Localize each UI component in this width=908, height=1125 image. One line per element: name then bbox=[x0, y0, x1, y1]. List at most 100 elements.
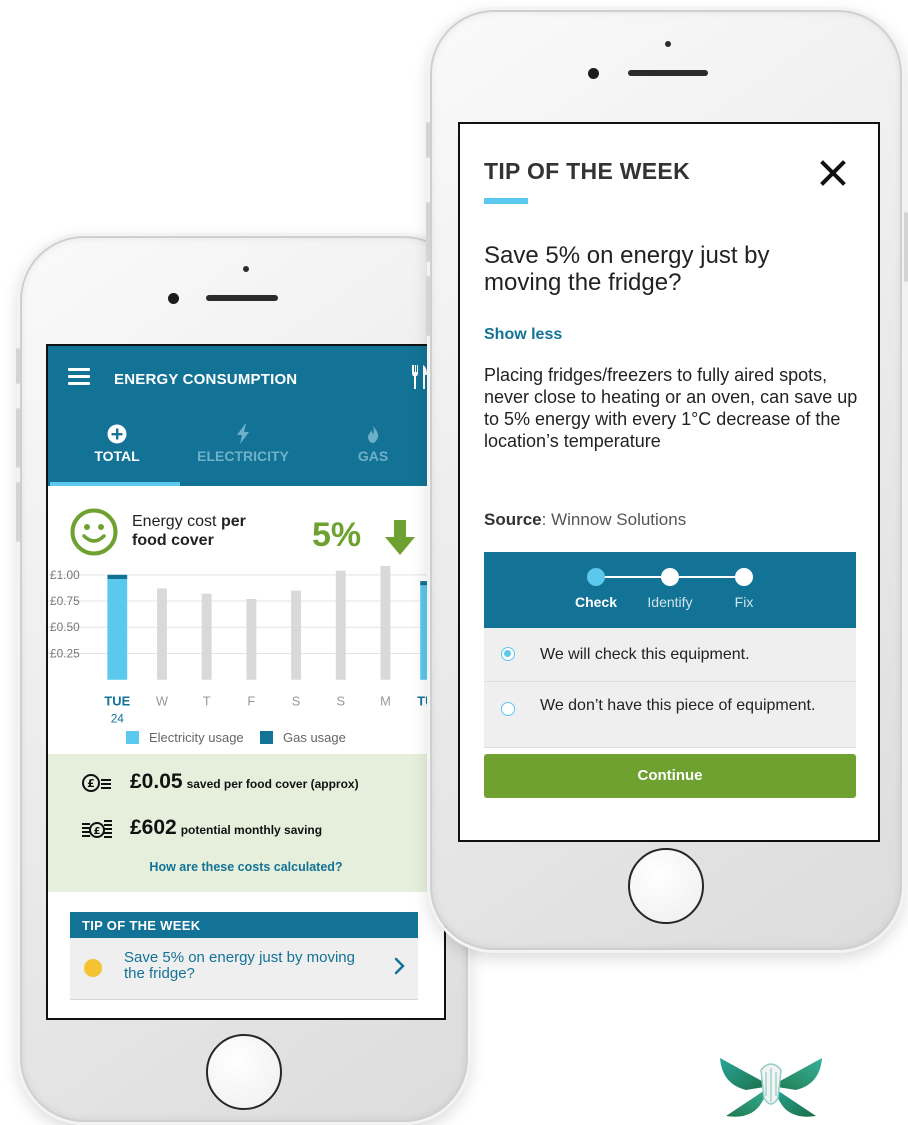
step-check-dot bbox=[587, 568, 605, 586]
status-dot-icon bbox=[84, 959, 102, 977]
change-percent: 5% bbox=[312, 516, 362, 554]
tab-electricity-label: ELECTRICITY bbox=[197, 448, 289, 464]
plus-circle-icon bbox=[107, 424, 127, 444]
monthly-label: potential monthly saving bbox=[180, 823, 323, 837]
hamburger-icon[interactable] bbox=[68, 368, 90, 386]
saving-per-cover-amount: £0.05 saved per food cover (approx) bbox=[130, 770, 359, 794]
svg-text:£: £ bbox=[87, 777, 95, 790]
x-tick-label: F bbox=[247, 694, 255, 709]
monthly-value: £602 bbox=[130, 816, 177, 839]
legend-swatch-electricity bbox=[126, 731, 139, 744]
savings-panel: £ £0.05saved per food cover (approx) £ bbox=[48, 754, 444, 892]
x-tick-label: S bbox=[336, 694, 345, 709]
title-accent-bar bbox=[484, 198, 528, 204]
saving-monthly: £ £602 potential monthly saving bbox=[82, 816, 422, 842]
volume-up-button bbox=[16, 408, 20, 468]
tab-electricity[interactable]: ELECTRICITY bbox=[188, 424, 298, 464]
winnow-logo-icon bbox=[720, 1058, 822, 1117]
x-tick-sublabel: 24 bbox=[111, 711, 125, 725]
cost-label-regular: Energy cost bbox=[132, 513, 221, 530]
sensor-dot bbox=[243, 266, 249, 272]
smiley-icon bbox=[70, 508, 118, 556]
per-cover-label: saved per food cover (approx) bbox=[186, 777, 359, 791]
volume-down-button bbox=[426, 276, 430, 336]
saving-monthly-amount: £602 potential monthly saving bbox=[130, 816, 322, 840]
flame-icon bbox=[368, 425, 379, 443]
app-header: ENERGY CONSUMPTION TOTAL ELECTRICITY GAS bbox=[48, 346, 444, 486]
step-identify: Identify bbox=[630, 552, 710, 610]
mute-switch bbox=[426, 122, 430, 158]
tab-total[interactable]: TOTAL bbox=[62, 424, 172, 464]
tip-question: Save 5% on energy just by moving the fri… bbox=[484, 242, 770, 296]
x-tick-label: TUE bbox=[104, 694, 130, 709]
y-tick-label: £0.25 bbox=[50, 646, 80, 660]
cost-label-bold-2: food cover bbox=[132, 532, 214, 549]
tip-card-heading: TIP OF THE WEEK bbox=[70, 912, 418, 938]
screen-tip-of-the-week: TIP OF THE WEEK Save 5% on energy just b… bbox=[458, 122, 880, 842]
cutlery-icon[interactable] bbox=[410, 364, 428, 390]
costs-calculation-link[interactable]: How are these costs calculated? bbox=[48, 860, 444, 874]
chevron-right-icon[interactable] bbox=[394, 957, 406, 975]
option-no-equipment[interactable]: We don’t have this piece of equipment. bbox=[484, 682, 856, 748]
power-button bbox=[904, 212, 908, 282]
y-tick-label: £0.50 bbox=[50, 620, 80, 634]
y-tick-label: £1.00 bbox=[50, 568, 80, 582]
chart-bar-past bbox=[380, 566, 391, 680]
option-check-equipment-label: We will check this equipment. bbox=[540, 646, 750, 663]
legend-swatch-gas bbox=[260, 731, 273, 744]
step-fix: Fix bbox=[704, 552, 784, 610]
earpiece-speaker bbox=[628, 70, 708, 76]
legend-gas-label: Gas usage bbox=[283, 730, 346, 745]
x-tick-label: W bbox=[156, 694, 169, 709]
tip-source: Source: Winnow Solutions bbox=[484, 510, 686, 530]
show-less-link[interactable]: Show less bbox=[484, 326, 562, 344]
source-label: Source bbox=[484, 510, 542, 529]
option-check-equipment[interactable]: We will check this equipment. bbox=[484, 628, 856, 682]
continue-button[interactable]: Continue bbox=[484, 754, 856, 798]
source-value: : Winnow Solutions bbox=[541, 510, 687, 529]
step-identify-label: Identify bbox=[647, 594, 693, 610]
front-camera bbox=[168, 293, 179, 304]
tab-total-label: TOTAL bbox=[94, 448, 140, 464]
legend-electricity-label: Electricity usage bbox=[149, 730, 244, 745]
active-tab-indicator bbox=[50, 482, 180, 486]
svg-text:£: £ bbox=[94, 826, 101, 837]
x-tick-label: M bbox=[380, 694, 391, 709]
volume-down-button bbox=[16, 482, 20, 542]
chart-bar-past bbox=[291, 590, 302, 680]
radio-check-equipment[interactable] bbox=[501, 647, 515, 661]
close-icon[interactable] bbox=[820, 160, 846, 186]
step-check-label: Check bbox=[574, 594, 618, 610]
mute-switch bbox=[16, 348, 20, 384]
phone-frame-right: TIP OF THE WEEK Save 5% on energy just b… bbox=[426, 10, 908, 950]
lightning-icon bbox=[237, 424, 249, 444]
per-cover-value: £0.05 bbox=[130, 770, 183, 793]
energy-cost-label: Energy cost per food cover bbox=[132, 512, 302, 550]
coin-pound-icon: £ bbox=[82, 774, 111, 792]
step-fix-dot bbox=[735, 568, 753, 586]
step-check: Check bbox=[556, 552, 636, 610]
y-tick-label: £0.75 bbox=[50, 594, 80, 608]
x-tick-label: T bbox=[203, 694, 211, 709]
legend-electricity: Electricity usage bbox=[126, 730, 244, 746]
tab-gas[interactable]: GAS bbox=[318, 424, 428, 464]
screen-energy-consumption: ENERGY CONSUMPTION TOTAL ELECTRICITY GAS… bbox=[46, 344, 446, 1020]
sensor-dot bbox=[665, 41, 671, 47]
progress-stepper: Check Identify Fix bbox=[484, 552, 856, 628]
volume-up-button bbox=[426, 202, 430, 262]
saving-per-cover: £ £0.05 saved per food cover (approx) bbox=[82, 770, 422, 796]
tip-card-text: Save 5% on energy just by moving the fri… bbox=[124, 949, 355, 982]
chart-bar-gas-usage bbox=[107, 574, 128, 580]
energy-cost-chart: £1.00£0.75£0.50£0.25TUE24WTFSSMTUE1 bbox=[48, 566, 444, 725]
radio-no-equipment[interactable] bbox=[501, 702, 515, 716]
energy-cost-summary: Energy cost per food cover 5% bbox=[48, 496, 444, 566]
tip-of-week-card[interactable]: TIP OF THE WEEK Save 5% on energy just b… bbox=[70, 912, 418, 1000]
front-camera bbox=[588, 68, 599, 79]
chart-bar-past bbox=[335, 570, 346, 680]
cost-label-bold-1: per bbox=[220, 513, 246, 530]
step-identify-dot bbox=[661, 568, 679, 586]
home-button[interactable] bbox=[206, 1034, 282, 1110]
chart-bar-past bbox=[157, 588, 167, 680]
page-title: ENERGY CONSUMPTION bbox=[114, 371, 298, 388]
home-button[interactable] bbox=[628, 848, 704, 924]
